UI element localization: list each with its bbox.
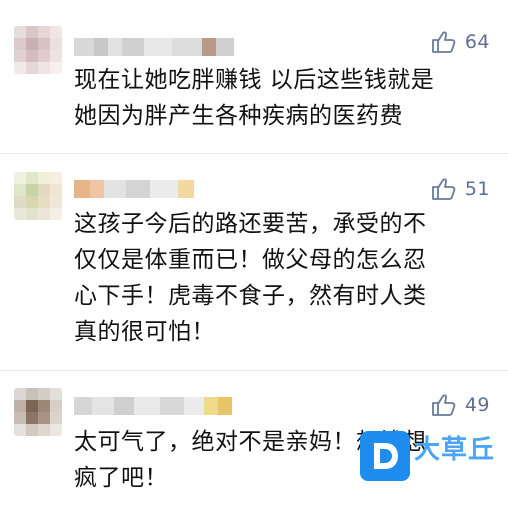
username-blurred[interactable] <box>74 397 232 415</box>
watermark-text: 大草丘 <box>414 435 496 465</box>
username-blurred[interactable] <box>74 38 234 56</box>
comment-text: 这孩子今后的路还要苦，承受的不 仅仅是体重而已！做父母的怎么忍 心下手！虎毒不食… <box>74 211 427 345</box>
divider <box>0 370 508 371</box>
like-count: 49 <box>464 394 490 416</box>
thumbs-up-icon <box>431 178 456 200</box>
watermark: 大草丘 <box>352 427 502 493</box>
avatar[interactable] <box>14 26 62 74</box>
d-logo-icon <box>360 431 410 481</box>
like-count: 64 <box>464 31 490 53</box>
username-blurred[interactable] <box>74 180 194 198</box>
comment-text: 现在让她吃胖赚钱 以后这些钱就是 她因为胖产生各种疾病的医药费 <box>74 67 435 129</box>
like-button[interactable]: 51 <box>431 177 490 201</box>
thumbs-up-icon <box>431 31 456 53</box>
avatar[interactable] <box>14 172 62 220</box>
avatar[interactable] <box>14 388 62 436</box>
like-button[interactable]: 64 <box>431 30 490 54</box>
like-button[interactable]: 49 <box>431 393 490 417</box>
thumbs-up-icon <box>431 394 456 416</box>
like-count: 51 <box>464 178 490 200</box>
divider <box>0 153 508 154</box>
